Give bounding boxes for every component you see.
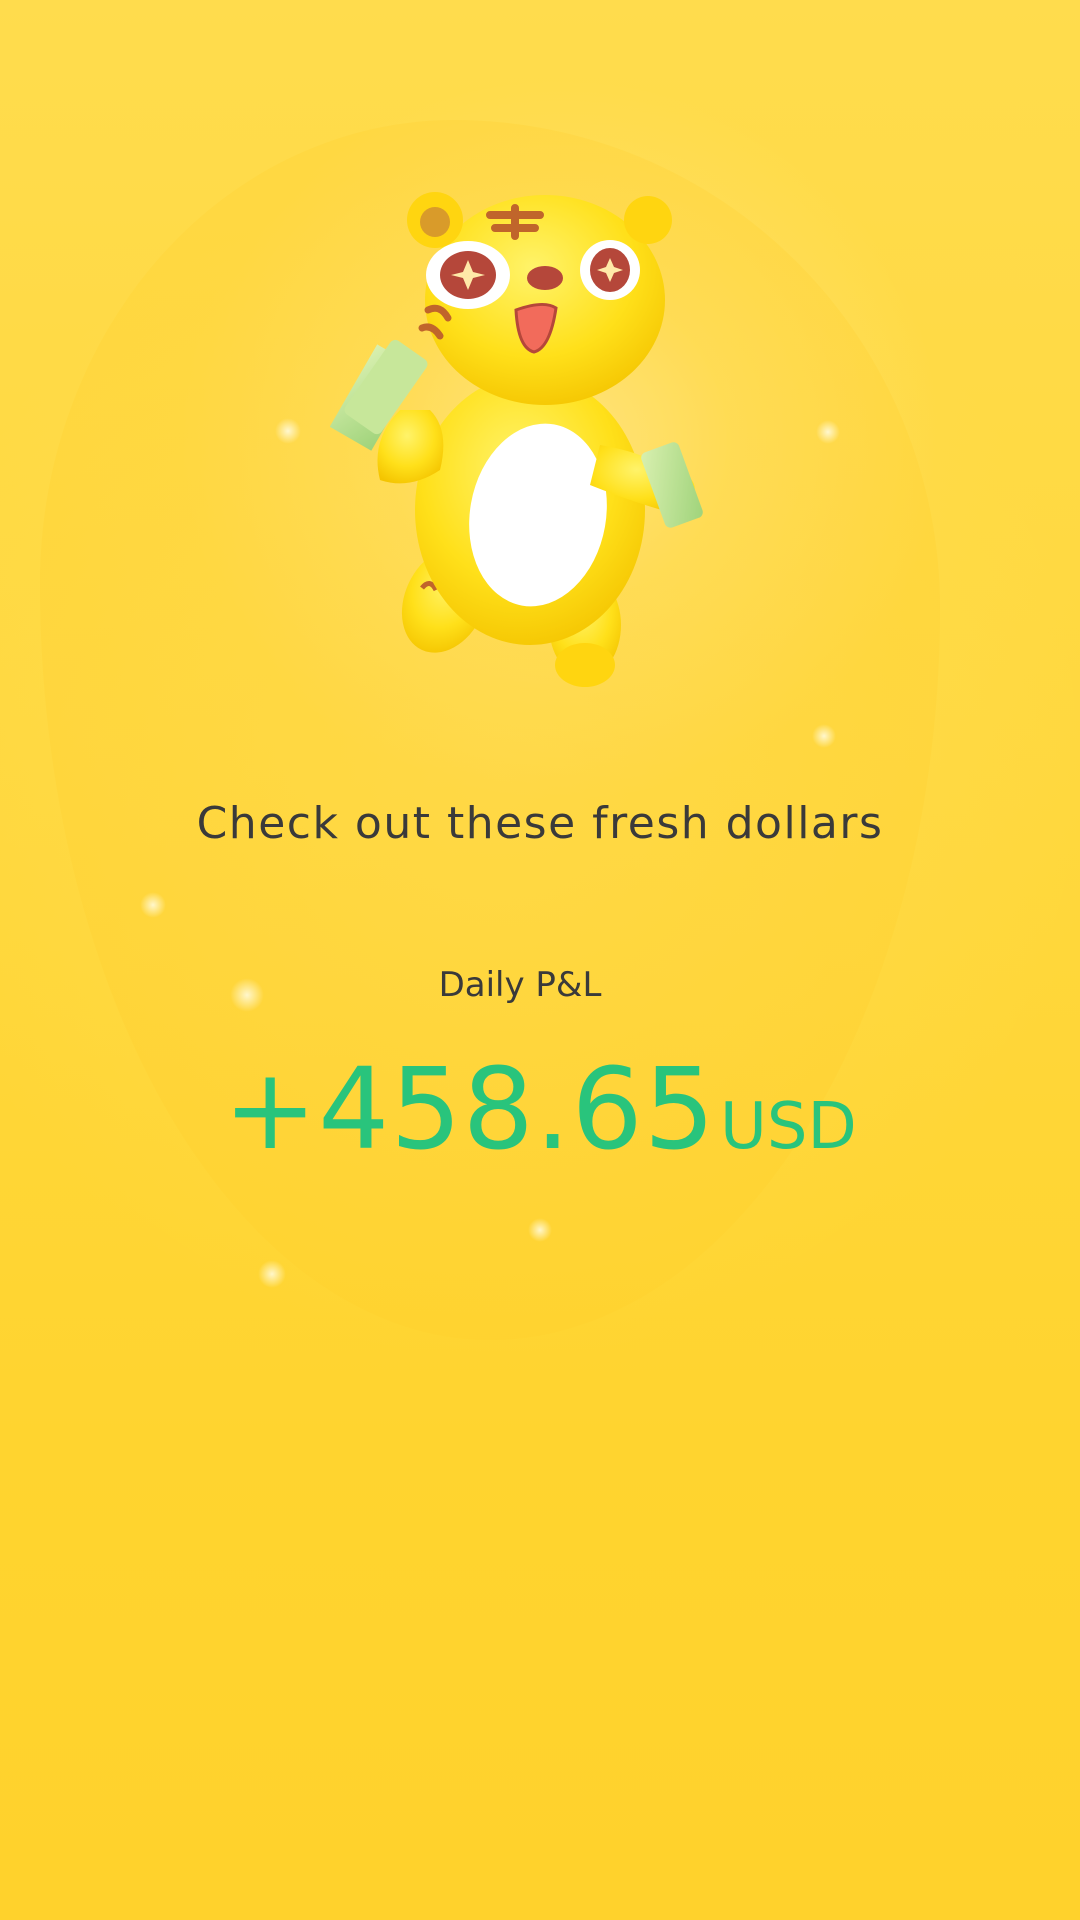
sparkle <box>258 1260 286 1288</box>
daily-pl-label: Daily P&L <box>438 965 602 1005</box>
sparkle <box>275 418 301 444</box>
daily-pl-value: +458.65 <box>223 1045 716 1175</box>
headline: Check out these fresh dollars <box>196 798 884 849</box>
tiger-mascot-holding-cash-icon <box>330 192 703 687</box>
sparkle <box>816 420 840 444</box>
sparkle <box>812 724 836 748</box>
sparkle <box>140 892 166 918</box>
daily-pl-currency: USD <box>719 1090 857 1164</box>
sparkle <box>528 1218 552 1242</box>
daily-pl-amount: +458.65USD <box>0 1045 1080 1175</box>
